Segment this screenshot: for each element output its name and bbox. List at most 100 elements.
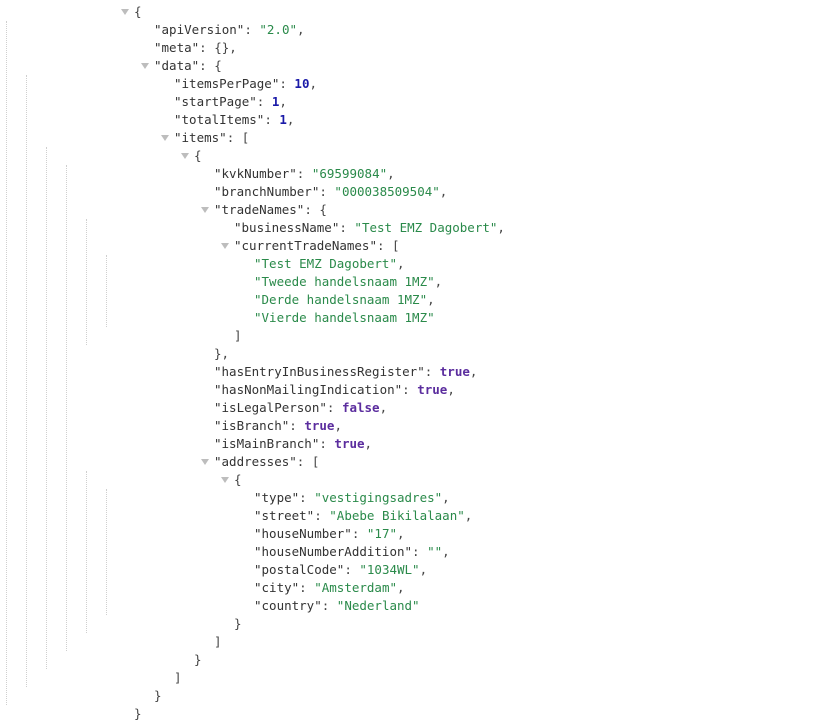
json-line-content: ] (234, 327, 242, 345)
json-key[interactable]: "kvkNumber" (214, 166, 297, 181)
json-punctuation: , (442, 544, 450, 559)
json-punctuation: , (286, 112, 295, 127)
json-line: } (120, 687, 829, 705)
caret-down-icon[interactable] (141, 63, 149, 69)
json-key[interactable]: "startPage" (174, 94, 257, 109)
json-punctuation: } (234, 616, 242, 631)
json-punctuation: : (279, 76, 295, 91)
json-line: "city": "Amsterdam", (120, 579, 829, 597)
json-key[interactable]: "type" (254, 490, 299, 505)
caret-down-icon[interactable] (221, 477, 229, 483)
json-key[interactable]: "city" (254, 580, 299, 595)
json-key[interactable]: "houseNumber" (254, 526, 352, 541)
caret-down-icon[interactable] (161, 135, 169, 141)
caret-down-icon[interactable] (121, 9, 129, 15)
json-punctuation: , (464, 508, 473, 523)
json-punctuation: ] (234, 328, 242, 343)
json-key[interactable]: "street" (254, 508, 314, 523)
json-key[interactable]: "isLegalPerson" (214, 400, 327, 415)
json-line: }, (120, 345, 829, 363)
json-line: } (120, 705, 829, 723)
json-key[interactable]: "isBranch" (214, 418, 289, 433)
json-line: "kvkNumber": "69599084", (120, 165, 829, 183)
json-key[interactable]: "meta" (154, 40, 199, 55)
indent-guide (86, 219, 87, 345)
json-number-value: 10 (294, 76, 310, 91)
json-key[interactable]: "isMainBranch" (214, 436, 319, 451)
json-line-content: "businessName": "Test EMZ Dagobert", (234, 219, 505, 237)
json-line-content: "totalItems": 1, (174, 111, 294, 129)
caret-down-icon[interactable] (181, 153, 189, 159)
json-key[interactable]: "houseNumberAddition" (254, 544, 412, 559)
json-line: "isMainBranch": true, (120, 435, 829, 453)
json-punctuation: , (419, 562, 428, 577)
json-key[interactable]: "hasEntryInBusinessRegister" (214, 364, 425, 379)
json-string-value: "Test EMZ Dagobert" (354, 220, 498, 235)
json-line-content: ] (174, 669, 182, 687)
json-key[interactable]: "currentTradeNames" (234, 238, 377, 253)
json-line: "apiVersion": "2.0", (120, 21, 829, 39)
json-key[interactable]: "businessName" (234, 220, 339, 235)
json-punctuation: : (296, 166, 312, 181)
json-line-content: "Test EMZ Dagobert", (254, 255, 405, 273)
json-key[interactable]: "hasNonMailingIndication" (214, 382, 402, 397)
json-key[interactable]: "addresses" (214, 454, 297, 469)
json-punctuation: : (402, 382, 418, 397)
json-line: "businessName": "Test EMZ Dagobert", (120, 219, 829, 237)
json-line: "totalItems": 1, (120, 111, 829, 129)
json-key[interactable]: "apiVersion" (154, 22, 244, 37)
json-line-content: "Derde handelsnaam 1MZ", (254, 291, 435, 309)
json-number-value: 1 (279, 112, 287, 127)
json-line-content: { (234, 471, 242, 489)
json-punctuation: , (469, 364, 478, 379)
json-key[interactable]: "postalCode" (254, 562, 344, 577)
json-line-content: { (194, 147, 202, 165)
json-line-content: "itemsPerPage": 10, (174, 75, 317, 93)
json-key[interactable]: "country" (254, 598, 322, 613)
json-line: "Test EMZ Dagobert", (120, 255, 829, 273)
json-line: { (120, 471, 829, 489)
json-line: "hasNonMailingIndication": true, (120, 381, 829, 399)
json-line: "branchNumber": "000038509504", (120, 183, 829, 201)
json-line: "isLegalPerson": false, (120, 399, 829, 417)
json-key[interactable]: "totalItems" (174, 112, 264, 127)
json-line-content: "startPage": 1, (174, 93, 287, 111)
json-punctuation: , (379, 400, 388, 415)
json-line: ] (120, 633, 829, 651)
json-line: "data": { (120, 57, 829, 75)
caret-down-icon[interactable] (201, 459, 209, 465)
json-string-value: "000038509504" (334, 184, 440, 199)
json-string-value: "17" (366, 526, 398, 541)
json-punctuation: , (334, 418, 342, 433)
json-tree-viewer[interactable]: {"apiVersion": "2.0", "meta": {}, "data": … (0, 0, 829, 723)
json-line: } (120, 615, 829, 633)
json-punctuation: : [ (226, 130, 250, 145)
json-boolean-value: true (304, 418, 335, 433)
json-line: "Tweede handelsnaam 1MZ", (120, 273, 829, 291)
json-line-content: "city": "Amsterdam", (254, 579, 405, 597)
json-punctuation: , (309, 76, 318, 91)
json-punctuation: , (397, 256, 405, 271)
json-line: "houseNumberAddition": "", (120, 543, 829, 561)
json-key[interactable]: "items" (174, 130, 227, 145)
json-line-content: "street": "Abebe Bikilalaan", (254, 507, 472, 525)
caret-down-icon[interactable] (221, 243, 229, 249)
json-punctuation: }, (214, 346, 230, 361)
json-key[interactable]: "tradeNames" (214, 202, 304, 217)
json-punctuation: , (297, 22, 305, 37)
indent-guide (26, 75, 27, 687)
json-line: "addresses": [ (120, 453, 829, 471)
json-string-value: "Abebe Bikilalaan" (329, 508, 465, 523)
json-line-content: "branchNumber": "000038509504", (214, 183, 447, 201)
caret-down-icon[interactable] (201, 207, 209, 213)
json-line: "tradeNames": { (120, 201, 829, 219)
json-key[interactable]: "itemsPerPage" (174, 76, 279, 91)
json-punctuation: , (447, 382, 455, 397)
json-punctuation: : (244, 22, 260, 37)
json-key[interactable]: "data" (154, 58, 199, 73)
json-line-content: "houseNumberAddition": "", (254, 543, 450, 561)
indent-guide (106, 489, 107, 615)
json-key[interactable]: "branchNumber" (214, 184, 319, 199)
json-line-content: }, (214, 345, 229, 363)
json-punctuation: } (134, 706, 142, 721)
